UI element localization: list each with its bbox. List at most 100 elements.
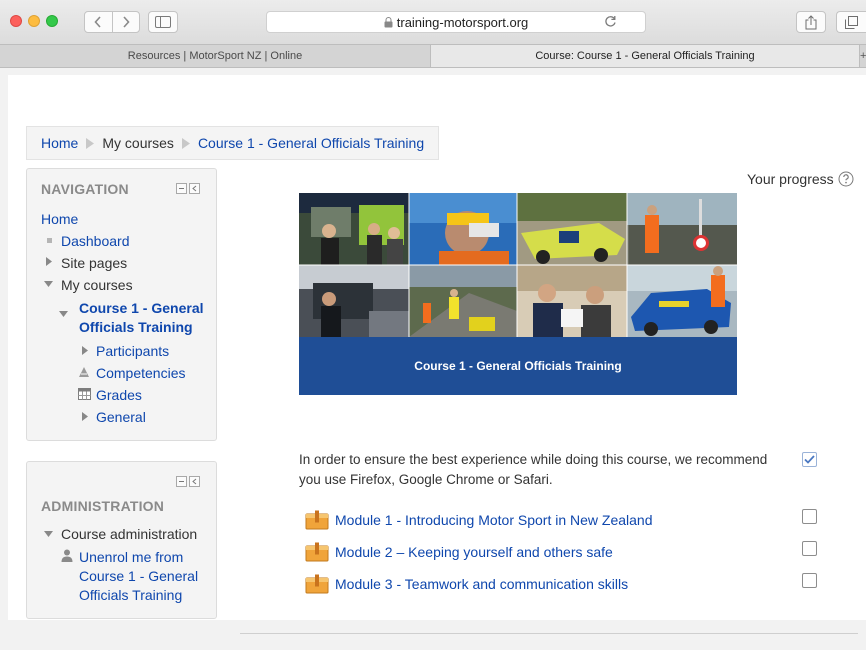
share-icon: [805, 14, 817, 29]
nav-site-pages-label: Site pages: [61, 255, 128, 271]
footer-divider: [240, 633, 858, 634]
unenrol-line-1[interactable]: Unenrol me from: [79, 549, 183, 565]
breadcrumb-separator-icon: [181, 137, 190, 149]
bullet-icon: [47, 238, 52, 243]
history-buttons: [84, 11, 140, 33]
nav-participants[interactable]: Participants: [96, 343, 169, 359]
course-photo-collage: [299, 193, 737, 337]
nav-competencies-link[interactable]: Competencies: [96, 365, 186, 381]
forward-button[interactable]: [111, 12, 140, 32]
nav-my-courses[interactable]: My courses: [61, 277, 133, 293]
checkmark-icon: [804, 455, 815, 464]
collapse-block-icon[interactable]: [176, 183, 187, 194]
minimize-window-button[interactable]: [28, 15, 40, 27]
tab-label: Resources | MotorSport NZ | Online: [127, 50, 303, 62]
dock-block-icon[interactable]: [189, 476, 200, 487]
url-text: training-motorsport.org: [396, 14, 529, 30]
admin-course-administration[interactable]: Course administration: [61, 526, 197, 542]
back-button[interactable]: [85, 12, 112, 32]
nav-home-link[interactable]: Home: [41, 211, 78, 227]
close-window-button[interactable]: [10, 15, 22, 27]
browser-notice: In order to ensure the best experience w…: [299, 452, 768, 487]
competencies-icon: [78, 366, 90, 378]
triangle-down-icon[interactable]: [44, 281, 53, 287]
package-icon: [305, 542, 329, 562]
nav-dashboard-link[interactable]: Dashboard: [61, 233, 130, 249]
sidebar-toggle-button[interactable]: [148, 11, 178, 33]
module-item[interactable]: Module 1 - Introducing Motor Sport in Ne…: [305, 509, 653, 531]
module-link[interactable]: Module 3 - Teamwork and communication sk…: [335, 576, 628, 592]
tab-bar: Resources | MotorSport NZ | Online Cours…: [0, 44, 866, 68]
nav-dashboard[interactable]: Dashboard: [61, 233, 130, 249]
tab-course[interactable]: Course: Course 1 - General Officials Tra…: [430, 45, 860, 67]
nav-current-course[interactable]: Course 1 - General Officials Training: [79, 299, 204, 337]
package-icon: [305, 510, 329, 530]
block-controls: [176, 476, 200, 487]
address-bar[interactable]: training-motorsport.org: [266, 11, 646, 33]
module-link[interactable]: Module 1 - Introducing Motor Sport in Ne…: [335, 512, 653, 528]
tab-resources[interactable]: Resources | MotorSport NZ | Online: [0, 45, 430, 67]
admin-unenrol[interactable]: Unenrol me from Course 1 - General Offic…: [79, 548, 198, 605]
zoom-window-button[interactable]: [46, 15, 58, 27]
module-2-completion-checkbox[interactable]: [802, 541, 817, 556]
plus-icon: +: [860, 50, 866, 62]
dock-block-icon[interactable]: [189, 183, 200, 194]
lock-icon: [384, 16, 393, 28]
nav-general-link[interactable]: General: [96, 409, 146, 425]
new-tab-button[interactable]: +: [860, 45, 866, 67]
triangle-down-icon[interactable]: [59, 311, 68, 317]
module-3-completion-checkbox[interactable]: [802, 573, 817, 588]
grades-icon: [78, 388, 91, 400]
sidebar-icon: [155, 16, 171, 28]
breadcrumb-course[interactable]: Course 1 - General Officials Training: [198, 135, 424, 151]
browser-toolbar: training-motorsport.org: [0, 0, 866, 44]
nav-course-line-2[interactable]: Officials Training: [79, 318, 204, 337]
module-item[interactable]: Module 2 – Keeping yourself and others s…: [305, 541, 613, 563]
breadcrumb-separator-icon: [86, 137, 95, 149]
notice-completion-checkbox[interactable]: [802, 452, 817, 467]
navigation-block: NAVIGATION Home Dashboard Site pages My …: [26, 168, 217, 441]
navigation-title: NAVIGATION: [41, 181, 129, 197]
nav-my-courses-label: My courses: [61, 277, 133, 293]
unenrol-line-2[interactable]: Course 1 - General: [79, 568, 198, 584]
banner-caption: Course 1 - General Officials Training: [414, 359, 622, 373]
nav-grades-link[interactable]: Grades: [96, 387, 142, 403]
admin-course-administration-label: Course administration: [61, 526, 198, 542]
unenrol-line-3[interactable]: Officials Training: [79, 587, 182, 603]
chevron-left-icon: [94, 16, 101, 28]
reload-icon[interactable]: [604, 15, 617, 31]
nav-grades[interactable]: Grades: [96, 387, 142, 403]
page-bottom-strip: [0, 620, 866, 650]
breadcrumb: Home My courses Course 1 - General Offic…: [26, 126, 440, 160]
help-icon[interactable]: [838, 171, 854, 190]
triangle-down-icon[interactable]: [44, 531, 53, 537]
triangle-right-icon[interactable]: [46, 257, 52, 266]
collapse-block-icon[interactable]: [176, 476, 187, 487]
nav-competencies[interactable]: Competencies: [96, 365, 186, 381]
module-link[interactable]: Module 2 – Keeping yourself and others s…: [335, 544, 613, 560]
breadcrumb-home[interactable]: Home: [41, 135, 78, 151]
tabs-icon: [845, 15, 858, 29]
banner-caption-bar: Course 1 - General Officials Training: [299, 337, 737, 395]
administration-title: ADMINISTRATION: [41, 498, 165, 514]
page-viewport: Home My courses Course 1 - General Offic…: [0, 69, 866, 650]
chevron-right-icon: [123, 16, 130, 28]
block-controls: [176, 183, 200, 194]
progress-label: Your progress: [747, 171, 834, 187]
user-icon: [61, 549, 73, 562]
nav-participants-link[interactable]: Participants: [96, 343, 169, 359]
show-tabs-button[interactable]: [836, 11, 866, 33]
nav-home[interactable]: Home: [41, 211, 78, 227]
module-item[interactable]: Module 3 - Teamwork and communication sk…: [305, 573, 628, 595]
package-icon: [305, 574, 329, 594]
share-button[interactable]: [796, 11, 826, 33]
triangle-right-icon[interactable]: [82, 412, 88, 421]
triangle-right-icon[interactable]: [82, 346, 88, 355]
breadcrumb-my-courses: My courses: [102, 135, 174, 151]
nav-course-line-1[interactable]: Course 1 - General: [79, 299, 204, 318]
nav-site-pages[interactable]: Site pages: [61, 255, 127, 271]
nav-general[interactable]: General: [96, 409, 146, 425]
course-banner: Course 1 - General Officials Training: [299, 193, 737, 395]
module-1-completion-checkbox[interactable]: [802, 509, 817, 524]
tab-label: Course: Course 1 - General Officials Tra…: [535, 50, 755, 62]
